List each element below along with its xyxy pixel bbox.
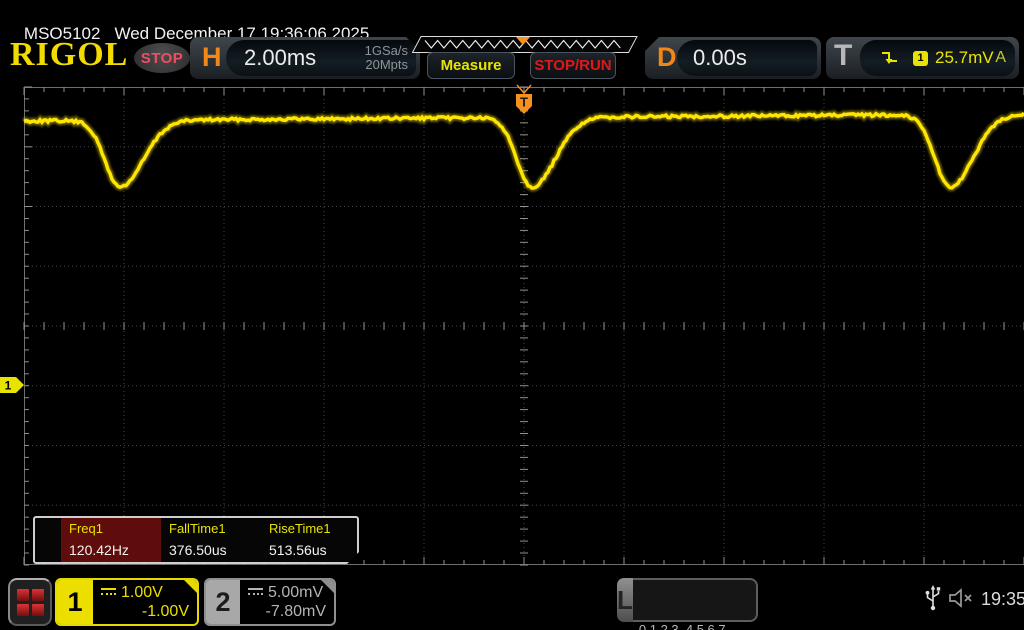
channel-2-offset: -7.80mV (265, 603, 326, 620)
scope-graticule: T1 (0, 84, 1024, 566)
horizontal-panel[interactable]: H 2.00ms 1GSa/s 20Mpts (190, 37, 420, 79)
acquisition-info: 1GSa/s 20Mpts (365, 44, 408, 73)
measurement-label: FallTime1 (169, 521, 226, 536)
trigger-level: 25.7mV (935, 48, 994, 67)
measurement-value: 513.56us (269, 542, 327, 558)
usb-icon (925, 585, 941, 611)
dc-coupling-icon (248, 588, 263, 596)
rigol-logo: RIGOL (10, 36, 129, 73)
svg-text:T: T (520, 95, 528, 110)
windows-menu-icon[interactable] (8, 578, 52, 626)
oscilloscope-screen: MSO5102 Wed December 17 19:36:06 2025 RIG… (0, 0, 1024, 630)
channel-2-values: 5.00mV -7.80mV (240, 580, 334, 624)
channel-2-scale: 5.00mV (268, 583, 324, 601)
trigger-inner: 1 25.7mV A (860, 40, 1015, 76)
falling-edge-icon (882, 52, 897, 64)
measurement-value: 120.42Hz (69, 542, 129, 558)
delay-inner: 0.00s (677, 40, 817, 76)
measurement-value: 376.50us (169, 542, 227, 558)
sample-rate: 1GSa/s (364, 42, 408, 58)
corner-notch (184, 580, 197, 593)
measurement-freq1[interactable]: Freq1 120.42Hz (61, 518, 161, 562)
delay-panel[interactable]: D 0.00s (645, 37, 821, 79)
channel-1-scale: 1.00V (121, 583, 163, 601)
measurement-label: Freq1 (69, 521, 103, 536)
horizontal-inner: 2.00ms 1GSa/s 20Mpts (226, 40, 416, 76)
channel-2-panel[interactable]: 2 5.00mV -7.80mV (204, 578, 336, 626)
red-square (31, 603, 44, 616)
memory-depth: 20Mpts (365, 57, 408, 72)
delay-value: 0.00s (693, 45, 747, 70)
trigger-label: T (834, 39, 853, 72)
measurement-spacer (35, 518, 61, 562)
red-square (16, 603, 29, 616)
red-square (16, 588, 29, 601)
waveform-position-strip[interactable] (411, 36, 638, 53)
channel-1-offset: -1.00V (141, 603, 189, 620)
run-state-badge: STOP (134, 43, 190, 73)
svg-text:1: 1 (5, 379, 12, 393)
logic-row-1: 0 1 2 3 4 5 6 7 (638, 621, 726, 630)
timebase-value: 2.00ms (244, 45, 317, 70)
logic-label: L (617, 578, 633, 622)
measurement-risetime1[interactable]: RiseTime1 513.56us (261, 518, 357, 562)
channel-1-panel[interactable]: 1 1.00V -1.00V (55, 578, 199, 626)
corner-notch (321, 580, 334, 593)
trigger-mode: A (995, 49, 1006, 66)
speaker-muted-icon (949, 588, 972, 608)
logic-bit-list: 0 1 2 3 4 5 6 7 8 9 1011 12131415 (632, 578, 758, 630)
measurement-panel[interactable]: Freq1 120.42Hz FallTime1 376.50us RiseTi… (33, 516, 359, 564)
strip-waveform-icon (411, 36, 638, 53)
trigger-source-badge: 1 (913, 50, 928, 66)
dc-coupling-icon (101, 588, 116, 596)
logic-channels-panel[interactable]: L 0 1 2 3 4 5 6 7 8 9 1011 12131415 (617, 578, 758, 630)
measure-button[interactable]: Measure (427, 52, 515, 79)
waveform-display[interactable]: T1 (0, 84, 1024, 566)
stop-run-button[interactable]: STOP/RUN (530, 52, 616, 79)
channel-1-number: 1 (57, 580, 93, 624)
measurement-falltime1[interactable]: FallTime1 376.50us (161, 518, 261, 562)
measurement-label: RiseTime1 (269, 521, 331, 536)
horizontal-label: H (202, 42, 222, 72)
channel-2-number: 2 (206, 580, 240, 624)
red-square (31, 588, 44, 601)
delay-label: D (657, 42, 677, 72)
trigger-panel[interactable]: T 1 25.7mV A (826, 37, 1019, 79)
channel-1-values: 1.00V -1.00V (93, 580, 197, 624)
tray-clock: 19:35 (981, 589, 1024, 609)
